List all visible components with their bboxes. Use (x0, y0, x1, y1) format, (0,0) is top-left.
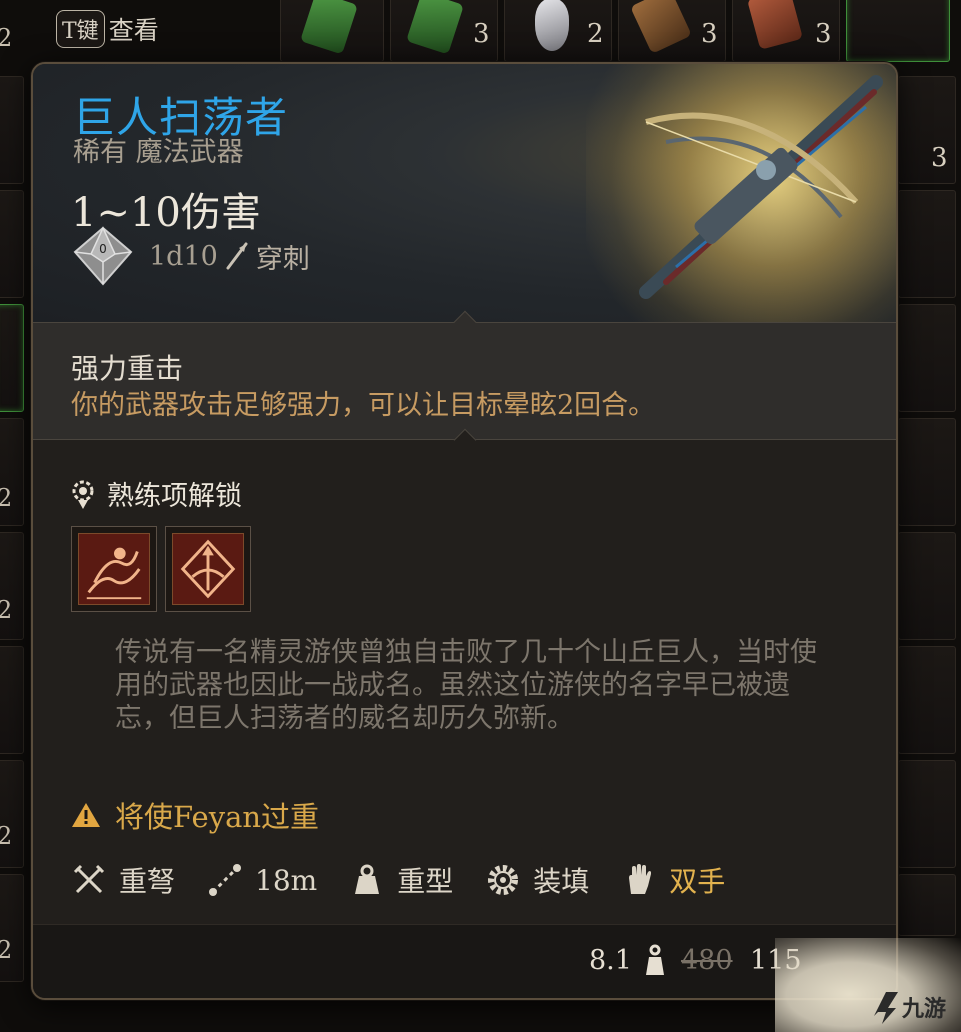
hotkey-badge: T键 (56, 10, 105, 48)
tooltip-header: 巨人扫荡者 稀有 魔法武器 1~10伤害 0 1d10 穿刺 (33, 64, 896, 344)
item-rarity: 稀有 魔法武器 (73, 137, 244, 168)
potion-item (535, 0, 569, 51)
leather-item (630, 0, 692, 54)
inventory-slot-selected[interactable] (846, 0, 950, 62)
inventory-slot[interactable] (0, 874, 24, 982)
property-loading: 装填 (485, 860, 589, 900)
piercing-icon (226, 242, 248, 270)
inventory-slot[interactable] (0, 190, 24, 298)
inventory-slot[interactable] (898, 304, 956, 412)
piercing-shot-icon (172, 533, 244, 605)
item-count: 2 (0, 822, 13, 850)
heavy-weight-icon (355, 864, 380, 894)
inventory-slot[interactable]: 3 (732, 0, 840, 62)
svg-text:0: 0 (99, 242, 107, 256)
item-count: 3 (931, 143, 948, 173)
item-count: 2 (0, 936, 13, 964)
item-weight: 8.1 (589, 945, 632, 976)
inventory-slot[interactable]: 3 (618, 0, 726, 62)
proficiency-gear-icon (72, 480, 94, 509)
item-count: 2 (0, 24, 13, 52)
gear-icon (488, 865, 519, 895)
inventory-slot[interactable]: 3 (898, 76, 956, 184)
weapon-properties: 重弩 18m 重型 装填 双手 (71, 858, 757, 902)
item-count: 2 (0, 596, 13, 624)
damage-dice-row: 0 1d10 穿刺 (71, 226, 310, 286)
item-tooltip: 巨人扫荡者 稀有 魔法武器 1~10伤害 0 1d10 穿刺 强力重击 你的武器… (31, 62, 898, 1000)
mobile-shot-icon (78, 533, 150, 605)
tooltip-footer: 8.1 480 115 (33, 924, 896, 998)
inventory-slot[interactable] (898, 760, 956, 868)
encumbrance-warning: 将使Feyan过重 (71, 794, 319, 836)
weapon-passive-section: 强力重击 你的武器攻击足够强力，可以让目标晕眩2回合。 (33, 310, 896, 452)
proficiency-header: 熟练项解锁 (69, 474, 242, 513)
inspect-hotkey[interactable]: T键 查看 (56, 10, 159, 48)
inventory-slot[interactable] (280, 0, 384, 62)
passive-title: 强力重击 (71, 352, 184, 385)
proficiency-action-slot[interactable] (71, 526, 157, 612)
item-count: 3 (701, 19, 718, 49)
passive-description: 你的武器攻击足够强力，可以让目标晕眩2回合。 (71, 390, 656, 421)
inventory-slot[interactable] (898, 646, 956, 754)
bag-item (747, 0, 803, 50)
property-heavy: 重型 (349, 860, 453, 900)
hand-icon (629, 864, 652, 894)
proficiency-action-slot[interactable] (165, 526, 251, 612)
inventory-slot[interactable] (0, 760, 24, 868)
item-count: 2 (587, 19, 604, 49)
weight-icon (646, 944, 664, 975)
range-icon (209, 864, 242, 896)
property-two-handed: 双手 (621, 860, 725, 900)
svg-text:九游: 九游 (901, 996, 946, 1022)
damage-dice: 1d10 (149, 240, 218, 272)
item-count: 2 (0, 484, 13, 512)
original-price: 480 (681, 945, 733, 976)
property-label: 18m (255, 863, 318, 897)
inventory-slot[interactable]: 2 (504, 0, 612, 62)
inventory-slot[interactable] (898, 532, 956, 640)
item-count: 3 (815, 19, 832, 49)
property-label: 双手 (669, 865, 726, 898)
property-label: 重型 (397, 865, 454, 898)
property-range: 18m (207, 862, 317, 898)
inventory-slot[interactable] (898, 190, 956, 298)
scroll-item (300, 0, 358, 55)
inventory-slot-selected[interactable] (0, 304, 24, 412)
inventory-slot[interactable] (898, 418, 956, 526)
crossed-swords-icon (73, 864, 105, 894)
property-label: 重弩 (119, 865, 176, 898)
inventory-slot[interactable] (0, 76, 24, 184)
watermark-logo: 九游 (874, 992, 946, 1024)
divider-notch (453, 428, 476, 452)
heavy-crossbow-icon (639, 75, 883, 299)
inventory-slot[interactable] (898, 874, 956, 936)
property-weapon-type: 重弩 (71, 860, 175, 900)
damage-type: 穿刺 (255, 243, 310, 275)
hotkey-label: 查看 (108, 16, 159, 45)
item-count: 3 (473, 19, 490, 49)
warning-text: 将使Feyan过重 (115, 800, 320, 834)
item-lore: 传说有一名精灵游侠曾独自击败了几十个山丘巨人，当时使用的武器也因此一战成名。虽然… (115, 637, 817, 734)
scroll-item (406, 0, 464, 55)
d10-dice-icon: 0 (73, 226, 133, 286)
inventory-slot[interactable]: 3 (390, 0, 498, 62)
property-label: 装填 (533, 865, 590, 898)
warning-icon (72, 803, 100, 827)
proficiency-title: 熟练项解锁 (107, 481, 242, 512)
inventory-slot[interactable] (0, 646, 24, 754)
